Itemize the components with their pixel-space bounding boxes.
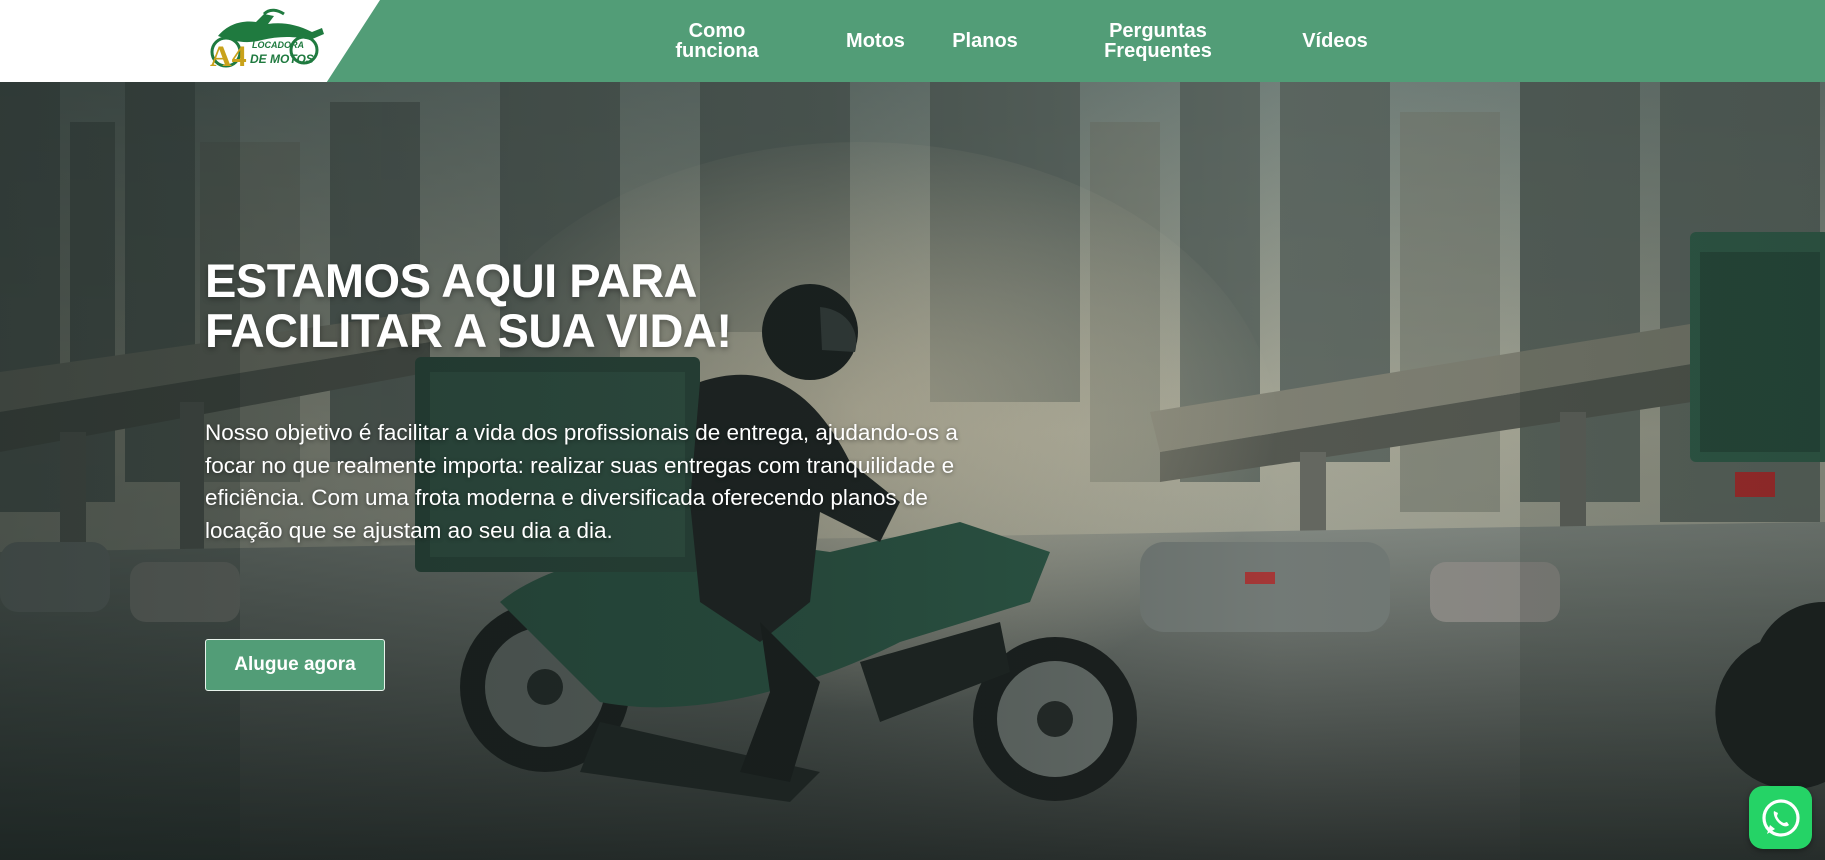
nav-como-funciona[interactable]: Como funciona	[648, 0, 786, 82]
site-header: A4 LOCADORA DE MOTOS Como funciona Motos…	[0, 0, 1825, 82]
hero-title: ESTAMOS AQUI PARA FACILITAR A SUA VIDA!	[205, 256, 845, 356]
logo-mark: A4	[210, 40, 247, 73]
motorcycle-logo-icon: A4 LOCADORA DE MOTOS	[210, 8, 324, 73]
hero-title-line1: ESTAMOS AQUI PARA	[205, 254, 697, 307]
nav-faq-line2: Frequentes	[1104, 40, 1212, 62]
nav-planos[interactable]: Planos	[948, 0, 1022, 82]
nav-faq-line1: Perguntas	[1109, 20, 1207, 42]
whatsapp-button[interactable]	[1749, 786, 1812, 849]
alugue-agora-button[interactable]: Alugue agora	[205, 639, 385, 691]
nav-perguntas-frequentes[interactable]: Perguntas Frequentes	[1096, 0, 1220, 82]
whatsapp-icon	[1761, 798, 1800, 837]
site-logo[interactable]: A4 LOCADORA DE MOTOS	[204, 6, 328, 74]
logo-text-line2: DE MOTOS	[250, 52, 314, 66]
hero-title-line2: FACILITAR A SUA VIDA!	[205, 304, 732, 357]
hero-description: Nosso objetivo é facilitar a vida dos pr…	[205, 420, 958, 543]
hero-section: ESTAMOS AQUI PARA FACILITAR A SUA VIDA! …	[0, 82, 1825, 860]
logo-text-line1: LOCADORA	[252, 40, 304, 50]
nav-motos[interactable]: Motos	[838, 0, 913, 82]
nav-videos[interactable]: Vídeos	[1298, 0, 1372, 82]
nav-faq-label: Perguntas Frequentes	[1104, 21, 1212, 61]
